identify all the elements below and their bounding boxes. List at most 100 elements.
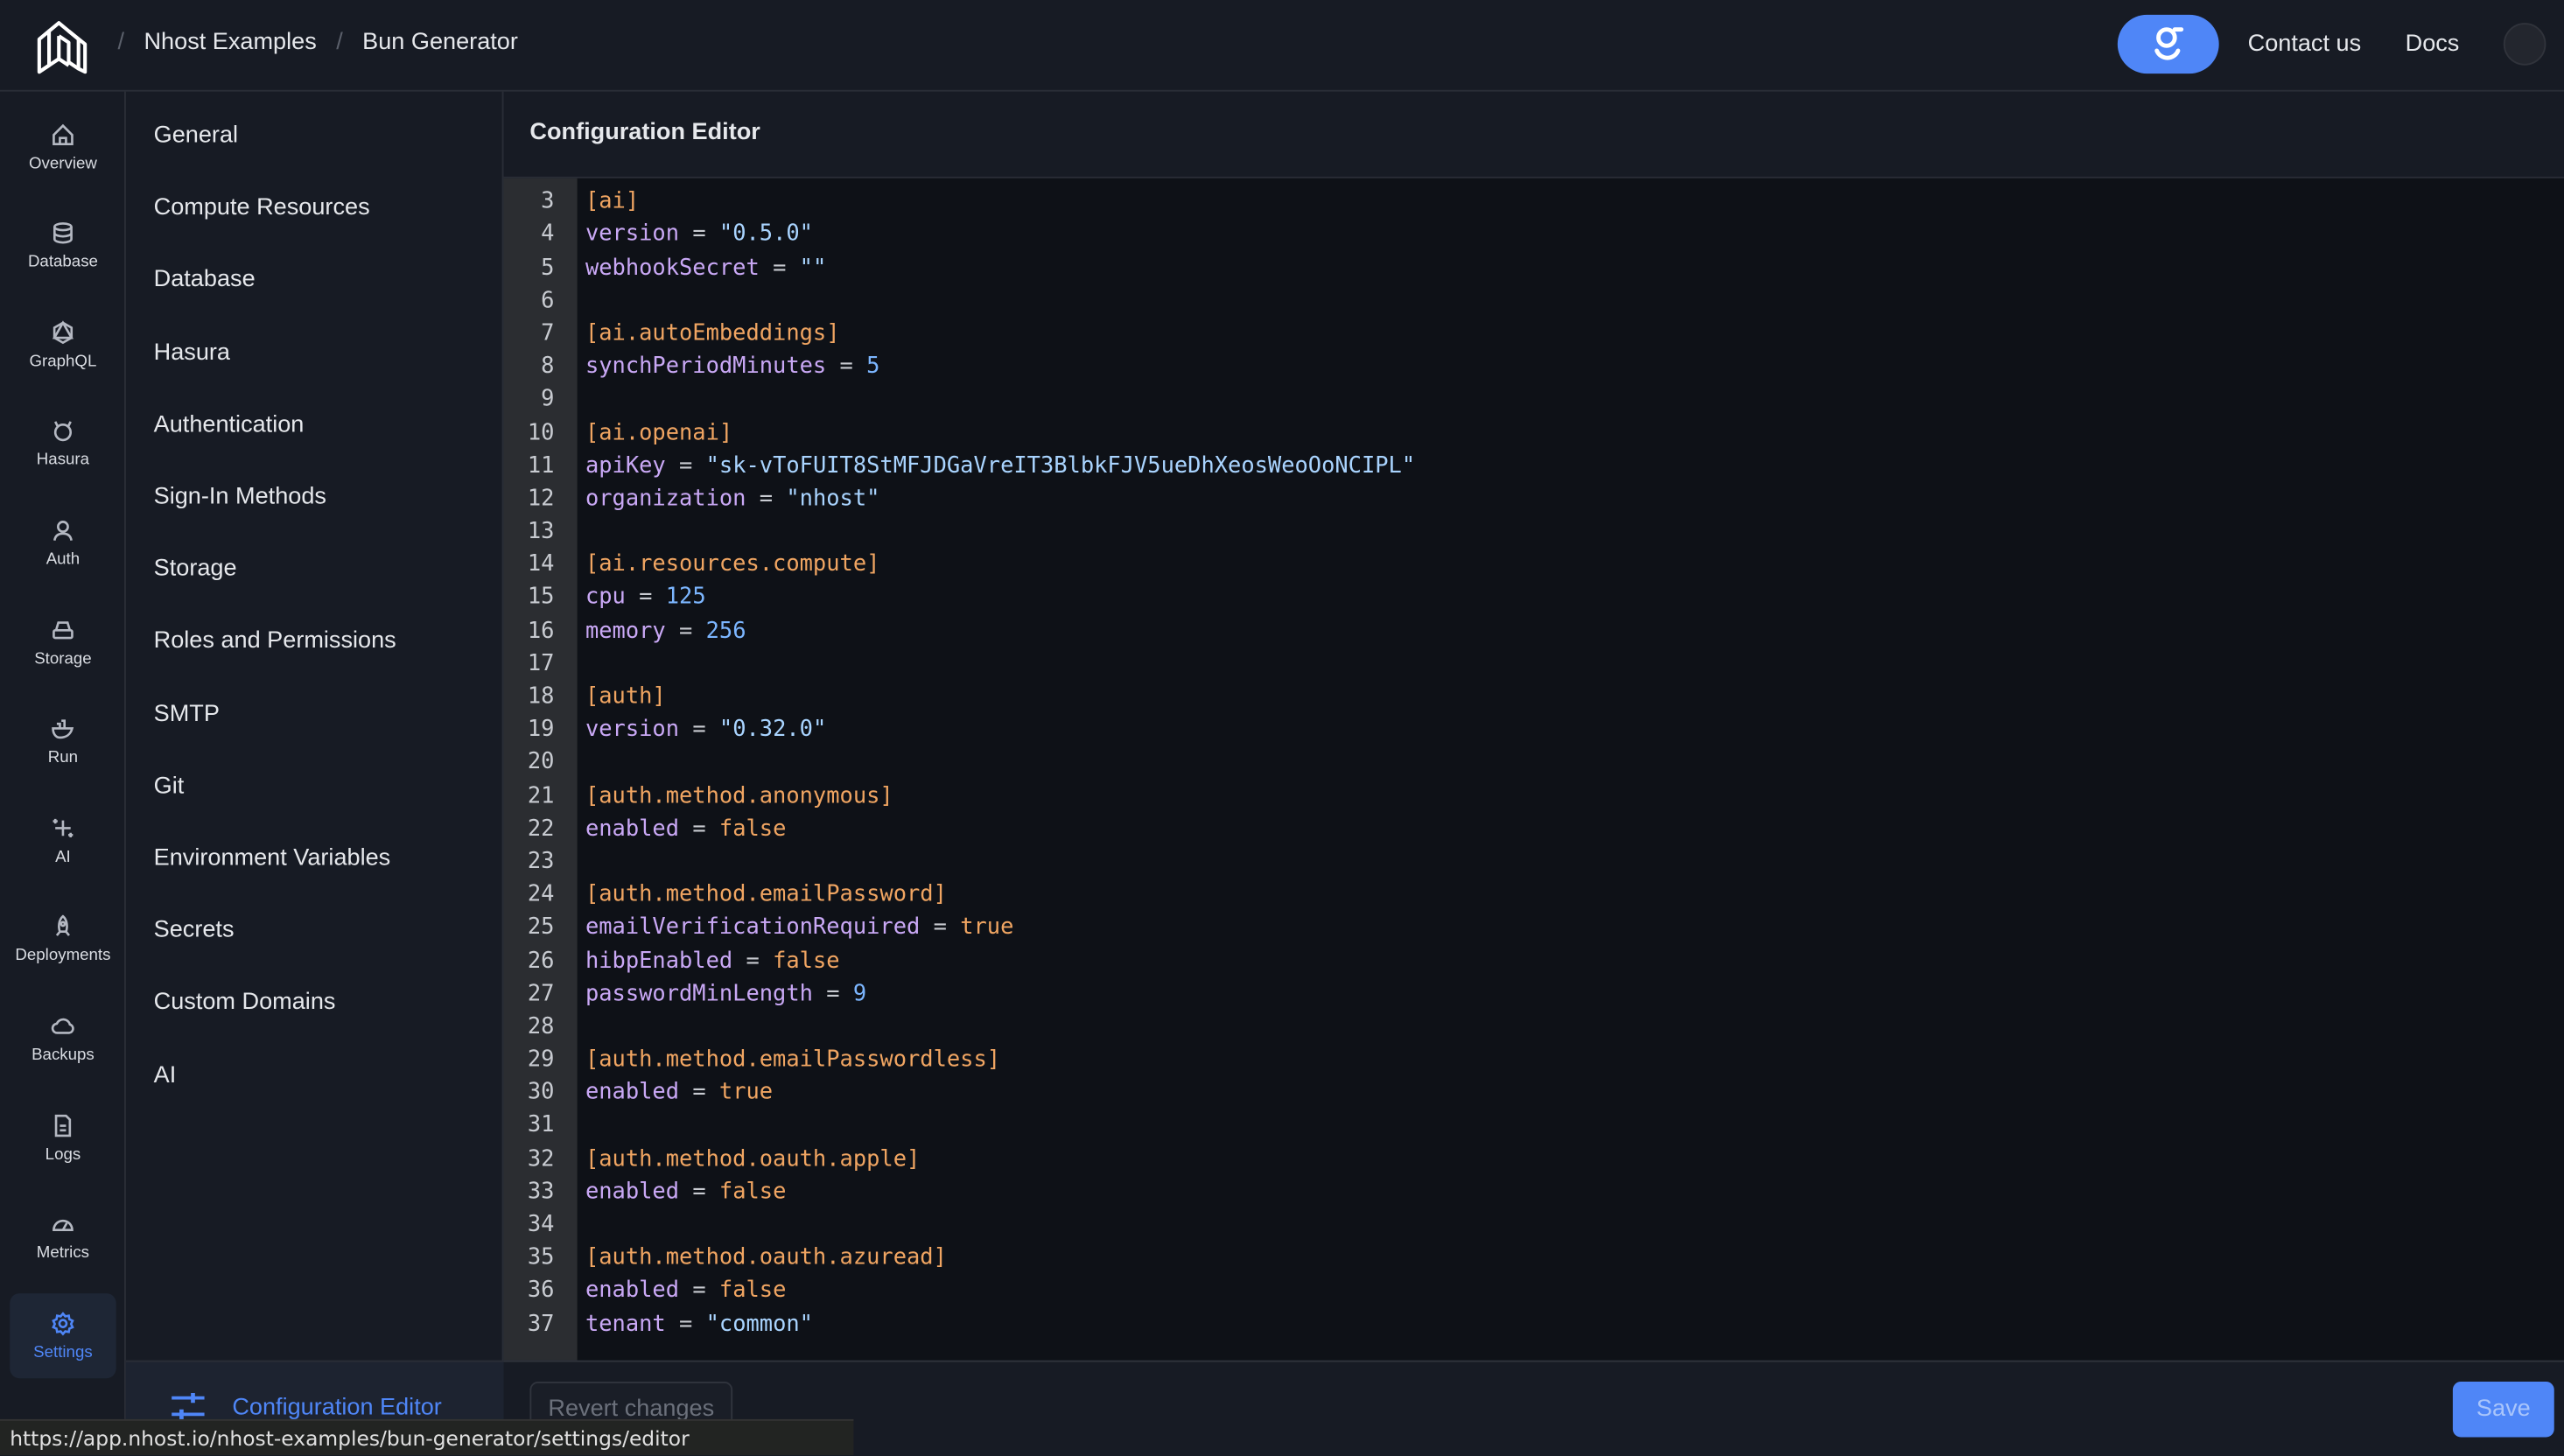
sidebar-item-auth[interactable]: Auth <box>10 501 116 586</box>
line-text: version = "0.32.0" <box>585 716 827 743</box>
code-line: 7 [ai.autoEmbeddings] <box>504 317 2564 350</box>
line-text: [auth.method.oauth.azuread] <box>585 1244 947 1271</box>
file-icon <box>54 1113 72 1137</box>
nhost-logo[interactable] <box>32 17 91 75</box>
assistant-button[interactable] <box>2117 14 2218 74</box>
sidebar-item-ai[interactable]: AI <box>10 798 116 883</box>
line-text: memory = 256 <box>585 617 746 644</box>
line-number: 24 <box>527 881 555 908</box>
code-line: 22 enabled = false <box>504 812 2564 845</box>
home-icon <box>53 122 74 145</box>
code-line: 4 version = "0.5.0" <box>504 218 2564 251</box>
sidebar-item-graphql[interactable]: GraphQL <box>10 303 116 388</box>
line-text: [auth.method.anonymous] <box>585 782 893 809</box>
settings-navigation: Configuration Editor General Compute Reso… <box>125 91 504 1456</box>
code-editor[interactable]: 23[ai]4version = "0.5.0"5webhookSecret =… <box>503 176 2564 1361</box>
code-line: 29 [auth.method.emailPasswordless] <box>504 1043 2564 1076</box>
code-line: 14 [ai.resources.compute] <box>504 548 2564 581</box>
code-line: 9 <box>504 383 2564 416</box>
line-number: 25 <box>527 914 555 942</box>
subnav-item-environment-variables[interactable]: Environment Variables <box>154 845 391 872</box>
code-line: 10 [ai.openai] <box>504 416 2564 450</box>
line-number: 10 <box>527 419 555 446</box>
line-text: apiKey = "sk-vToFUIT8StMFJDGaVreIT3BlbkF… <box>585 452 1416 479</box>
line-text: cpu = 125 <box>585 584 706 611</box>
line-number: 28 <box>527 1013 555 1040</box>
line-number: 16 <box>527 617 555 644</box>
line-text: enabled = true <box>585 1079 774 1106</box>
sidebar-item-label: Logs <box>45 1144 81 1164</box>
subnav-item-compute-resources[interactable]: Compute Resources <box>154 195 370 221</box>
sidebar-item-logs[interactable]: Logs <box>10 1096 116 1180</box>
storage-icon <box>53 620 74 639</box>
sidebar-item-label: Database <box>27 253 98 272</box>
sidebar-item-label: Run <box>47 748 79 767</box>
contact-us-link[interactable]: Contact us <box>2248 32 2362 58</box>
subnav-item-smtp[interactable]: SMTP <box>154 701 220 727</box>
line-number: 2 <box>504 178 554 186</box>
line-number: 35 <box>527 1244 555 1271</box>
line-text: tenant = "common" <box>585 1310 813 1337</box>
line-number: 22 <box>527 815 555 842</box>
docs-link[interactable]: Docs <box>2406 32 2460 58</box>
line-number: 27 <box>527 980 555 1007</box>
sidebar-item-label: Settings <box>33 1343 93 1362</box>
sidebar-item-hasura[interactable]: Hasura <box>10 402 116 486</box>
code-line: 13 <box>504 515 2564 549</box>
line-number: 7 <box>541 320 555 347</box>
line-text: webhookSecret = "" <box>585 254 827 281</box>
cloud-icon <box>51 1018 74 1034</box>
code-line: 12 organization = "nhost" <box>504 482 2564 515</box>
subnav-item-custom-domains[interactable]: Custom Domains <box>154 990 336 1016</box>
line-number: 8 <box>541 353 555 380</box>
sidebar-item-label: Overview <box>28 154 97 173</box>
user-icon <box>53 520 73 541</box>
sidebar-item-overview[interactable]: Overview <box>10 105 116 190</box>
sidebar-item-settings[interactable]: Settings <box>10 1293 116 1379</box>
subnav-item-general[interactable]: General <box>154 122 238 149</box>
subnav-item-authentication[interactable]: Authentication <box>154 412 305 438</box>
code-line: 28 <box>504 1011 2564 1044</box>
avatar[interactable] <box>2503 23 2546 66</box>
line-text: synchPeriodMinutes = 5 <box>585 353 880 380</box>
line-number: 17 <box>527 650 555 677</box>
sidebar-item-label: GraphQL <box>29 353 97 371</box>
subnav-item-git[interactable]: Git <box>154 773 185 799</box>
breadcrumb-project[interactable]: Bun Generator <box>362 30 518 56</box>
sidebar-item-backups[interactable]: Backups <box>10 997 116 1082</box>
line-number: 21 <box>527 782 555 809</box>
line-text: enabled = false <box>585 815 787 842</box>
breadcrumb-workspace[interactable]: Nhost Examples <box>144 30 316 56</box>
code-line: 32 [auth.method.oauth.apple] <box>504 1142 2564 1175</box>
code-line: 8 synchPeriodMinutes = 5 <box>504 350 2564 383</box>
line-number: 3 <box>541 188 555 215</box>
sidebar-item-metrics[interactable]: Metrics <box>10 1194 116 1279</box>
line-text: enabled = false <box>585 1178 787 1205</box>
sidebar-item-label: Auth <box>46 550 81 570</box>
subnav-item-roles-and-permissions[interactable]: Roles and Permissions <box>154 628 396 654</box>
subnav-item-database[interactable]: Database <box>154 267 256 293</box>
subnav-item-secrets[interactable]: Secrets <box>154 918 235 944</box>
code-line: 19 version = "0.32.0" <box>504 713 2564 746</box>
subnav-item-hasura[interactable]: Hasura <box>154 340 230 366</box>
sidebar-item-storage[interactable]: Storage <box>10 600 116 685</box>
gauge-icon <box>53 1220 74 1232</box>
line-text: [ai] <box>585 188 640 215</box>
sidebar-item-deployments[interactable]: Deployments <box>10 897 116 982</box>
line-number: 34 <box>527 1211 555 1238</box>
gear-icon <box>52 1311 74 1335</box>
subnav-item-storage[interactable]: Storage <box>154 556 237 583</box>
line-number: 13 <box>527 518 555 545</box>
line-text: version = "0.5.0" <box>585 220 813 248</box>
code-line: 31 <box>504 1110 2564 1143</box>
sidebar-item-run[interactable]: Run <box>10 699 116 784</box>
line-number: 26 <box>527 947 555 974</box>
assistant-icon <box>2154 27 2183 60</box>
sidebar-item-label: Deployments <box>15 947 111 966</box>
subnav-item-ai[interactable]: AI <box>154 1062 177 1088</box>
sidebar-item-database[interactable]: Database <box>10 204 116 289</box>
line-text: [ai.resources.compute] <box>585 551 880 578</box>
save-button[interactable]: Save <box>2452 1381 2554 1438</box>
subnav-item-sign-in-methods[interactable]: Sign-In Methods <box>154 484 326 510</box>
breadcrumb-separator: / <box>336 29 343 56</box>
